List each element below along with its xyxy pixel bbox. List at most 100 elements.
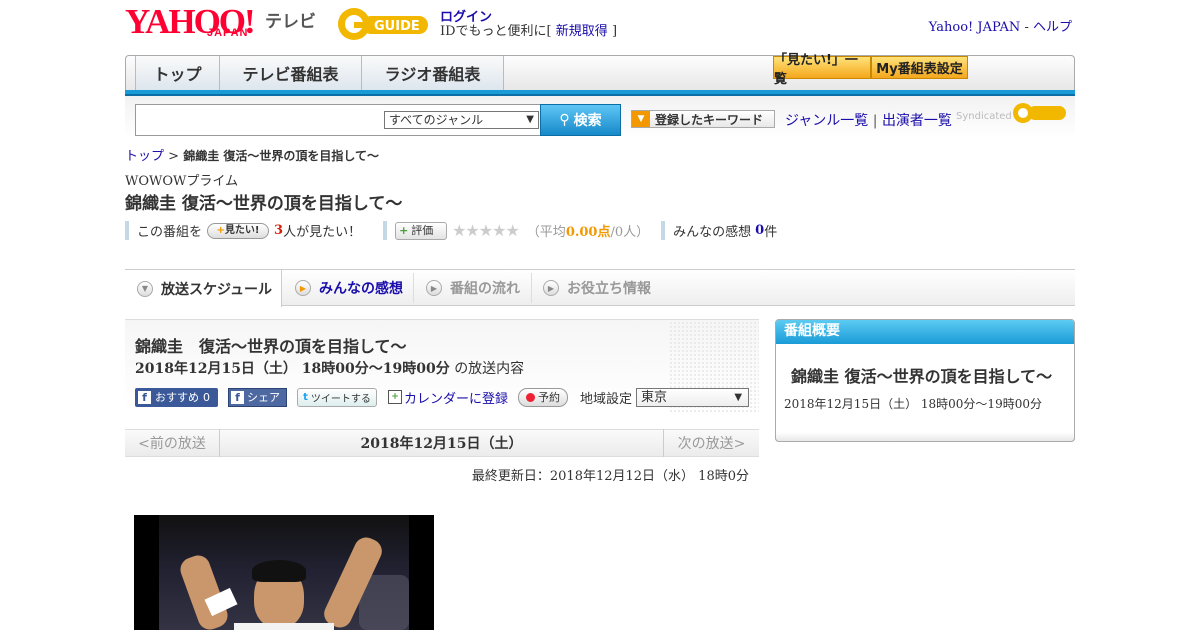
gguide-small-logo	[1013, 103, 1066, 123]
facebook-icon: f	[231, 390, 244, 404]
avg-value: 0.00点	[565, 225, 611, 240]
facebook-recommend-button[interactable]: f おすすめ 0	[135, 387, 218, 407]
calendar-register[interactable]: + カレンダーに登録	[388, 388, 508, 407]
channel-name: WOWOWプライム	[125, 174, 239, 189]
tab-program-flow[interactable]: ▶ 番組の流れ	[414, 270, 531, 306]
next-broadcast-link[interactable]: 次の放送>	[663, 429, 759, 457]
fb-recommend-label: おすすめ	[155, 391, 199, 404]
region-value: 東京	[641, 389, 668, 405]
breadcrumb-current: 錦織圭 復活～世界の頂を目指して～	[183, 149, 380, 163]
want-list-button[interactable]: 「見たい!」一覧	[773, 53, 871, 87]
divider	[125, 221, 129, 240]
genre-list-link[interactable]: ジャンル一覧	[785, 113, 868, 129]
prev-broadcast-link[interactable]: <前の放送	[125, 429, 220, 457]
svg-text:GUIDE: GUIDE	[374, 19, 420, 34]
gguide-logo[interactable]: GUIDE	[334, 6, 434, 42]
region-label: 地域設定	[580, 391, 633, 407]
last-updated: 最終更新日：2018年12月12日（水） 18時0分	[471, 469, 749, 484]
yahoo-japan-link[interactable]: Yahoo! JAPAN	[929, 20, 1021, 35]
facebook-share-button[interactable]: f シェア	[228, 387, 287, 407]
tab-impressions[interactable]: ▶ みんなの感想	[283, 270, 413, 306]
photo-shirt	[234, 623, 334, 630]
rating-stars: ★★★★★	[452, 221, 520, 240]
chevron-down-icon: ▼	[632, 111, 650, 127]
search-button[interactable]: ⚲ 検索	[540, 104, 621, 136]
impressions-label: みんなの感想	[673, 225, 752, 240]
syndicated-label: Syndicated	[956, 111, 1012, 122]
signup-link[interactable]: 新規取得	[556, 24, 608, 39]
yahoo-japan-logo-sub: JAPAN	[207, 27, 249, 39]
calendar-icon: +	[388, 390, 402, 404]
plus-icon: +	[216, 224, 225, 236]
dropdown-arrow-icon: ▼	[734, 391, 743, 403]
reserve-button[interactable]: 予約	[518, 387, 569, 407]
avg-open: （平均	[526, 225, 566, 240]
play-icon: ▶	[295, 280, 311, 296]
performer-list-link[interactable]: 出演者一覧	[882, 113, 952, 129]
genre-select-value: すべてのジャンル	[389, 113, 484, 127]
registered-keyword-label: 登録したキーワード	[655, 112, 764, 127]
fb-share-label: シェア	[247, 391, 280, 404]
search-button-label: 検索	[573, 113, 602, 129]
fb-count: 0	[203, 390, 210, 404]
facebook-icon: f	[138, 390, 151, 404]
registered-keyword-button[interactable]: ▼ 登録したキーワード	[631, 110, 775, 128]
breadcrumb: トップ > 錦織圭 復活～世界の頂を目指して～	[125, 145, 379, 164]
impressions-count-link[interactable]: 0	[755, 223, 764, 238]
page-title: 錦織圭 復活～世界の頂を目指して～	[125, 194, 403, 214]
detail-datetime-value: 2018年12月15日（土） 18時00分～19時00分	[135, 361, 450, 377]
rate-button-label: 評価	[411, 223, 434, 237]
tab-label: 放送スケジュール	[161, 281, 273, 298]
share-row: f おすすめ 0 f シェア t ツイートする + カレンダーに登録 予約 地域…	[135, 387, 750, 407]
genre-select[interactable]: すべてのジャンル ▼	[384, 111, 539, 129]
help-link[interactable]: ヘルプ	[1033, 20, 1072, 35]
program-stats: この番組を +見たい! 3 人が見たい！ + 評価 ★★★★★ （平均0.00点/…	[125, 221, 777, 240]
average-rating: （平均0.00点/0人）	[527, 221, 649, 240]
play-icon: ▶	[543, 280, 559, 296]
tab-label: 番組の流れ	[450, 281, 520, 297]
panel-bottom	[775, 432, 1075, 442]
calendar-link: カレンダーに登録	[404, 391, 509, 407]
program-summary-heading: 番組概要	[776, 320, 1074, 344]
play-icon: ▶	[426, 280, 442, 296]
login-sub-prefix: IDでもっと便利に[	[440, 24, 552, 39]
photo-hair	[252, 560, 306, 582]
program-summary-datetime: 2018年12月15日（土） 18時00分～19時00分	[784, 397, 1042, 411]
nav-tab-tv-schedule[interactable]: テレビ番組表	[220, 56, 362, 90]
region-select[interactable]: 東京 ▼	[636, 387, 750, 407]
plus-icon: +	[399, 223, 409, 237]
program-summary-title: 錦織圭 復活～世界の頂を目指して～	[791, 367, 1053, 386]
want-button-label: 見たい!	[224, 224, 260, 236]
tweet-button[interactable]: t ツイートする	[297, 387, 377, 407]
tv-logo-text[interactable]: テレビ	[265, 7, 316, 32]
photo-background	[159, 515, 409, 630]
tab-label: お役立ち情報	[567, 281, 651, 297]
chevron-down-icon: ▼	[137, 280, 153, 297]
link-separator: |	[872, 113, 878, 129]
my-schedule-button[interactable]: My番組表設定	[871, 56, 968, 79]
impressions-unit: 件	[764, 225, 778, 240]
want-suffix: 人が見たい！	[283, 225, 362, 240]
search-links: ジャンル一覧 | 出演者一覧	[785, 110, 952, 130]
twitter-icon: t	[303, 391, 308, 403]
tab-broadcast-schedule[interactable]: ▼ 放送スケジュール	[125, 270, 282, 307]
detail-datetime: 2018年12月15日（土） 18時00分～19時00分 の放送内容	[135, 358, 524, 378]
reserve-label: 予約	[538, 391, 561, 404]
nav-tab-radio-schedule[interactable]: ラジオ番組表	[362, 56, 504, 90]
program-photo	[134, 515, 434, 630]
top-right-links: Yahoo! JAPAN - ヘルプ	[929, 16, 1072, 35]
rate-button[interactable]: + 評価	[395, 221, 448, 240]
divider	[661, 221, 666, 240]
breadcrumb-top-link[interactable]: トップ	[125, 149, 164, 164]
want-prefix: この番組を	[137, 225, 203, 240]
breadcrumb-sep: >	[168, 149, 180, 164]
nav-tab-top[interactable]: トップ	[135, 56, 220, 90]
detail-title: 錦織圭 復活～世界の頂を目指して～	[135, 337, 407, 356]
tab-label: みんなの感想	[319, 281, 403, 297]
want-button[interactable]: +見たい!	[207, 222, 270, 239]
divider	[383, 221, 388, 240]
search-icon: ⚲	[559, 112, 570, 128]
dash: -	[1024, 20, 1029, 35]
tab-useful-info[interactable]: ▶ お役立ち情報	[531, 270, 671, 306]
avg-close: /0人）	[610, 225, 650, 240]
